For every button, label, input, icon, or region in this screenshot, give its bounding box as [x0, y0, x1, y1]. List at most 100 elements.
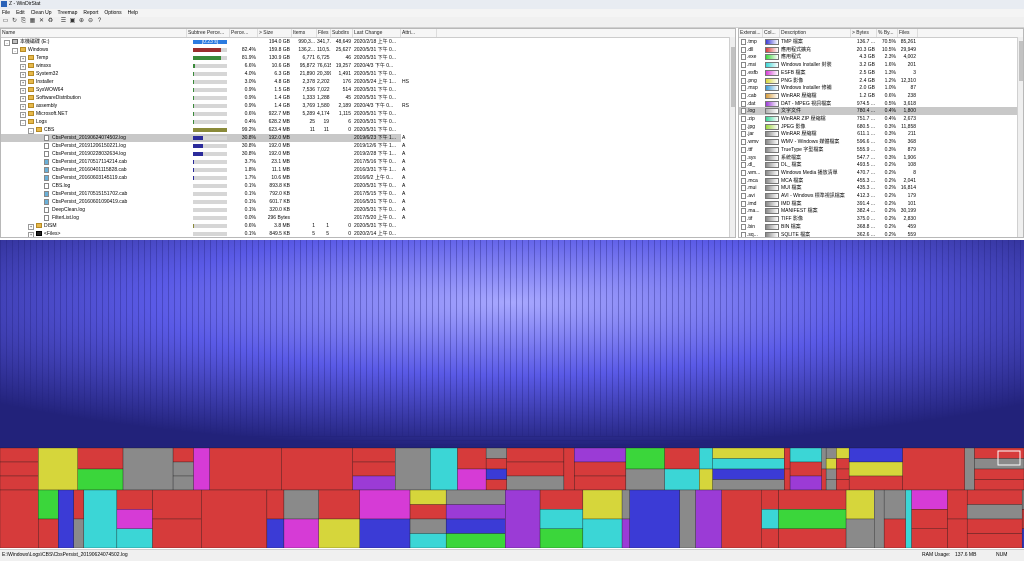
- treemap-cell[interactable]: [822, 469, 826, 490]
- zoom-in-icon[interactable]: ⊕: [78, 18, 85, 25]
- treemap-cell[interactable]: [790, 448, 822, 462]
- treemap-cell[interactable]: [699, 448, 712, 469]
- tree-row[interactable]: +Installer3.0%4.8 GB2,3782,2021762020/5/…: [1, 78, 401, 86]
- treemap-cell[interactable]: [574, 448, 626, 462]
- treemap-cell[interactable]: [540, 490, 583, 509]
- treemap-cell[interactable]: [967, 534, 1022, 549]
- treemap-cell[interactable]: [826, 448, 836, 459]
- treemap-cell[interactable]: [267, 490, 284, 519]
- select-icon[interactable]: ▦: [29, 18, 36, 25]
- treemap-cell[interactable]: [410, 519, 446, 534]
- help-icon[interactable]: ?: [96, 18, 103, 25]
- treemap-cell[interactable]: [967, 519, 1022, 534]
- zoom-out-icon[interactable]: ⊖: [87, 18, 94, 25]
- treemap-cell[interactable]: [486, 448, 507, 459]
- treemap-cell[interactable]: [78, 469, 123, 490]
- open-icon[interactable]: ▭: [2, 18, 9, 25]
- treemap-cell[interactable]: [912, 529, 948, 548]
- treemap-cell[interactable]: [903, 448, 965, 490]
- tree-row[interactable]: +SoftwareDistribution0.9%1.4 GB1,3331,28…: [1, 94, 401, 102]
- treemap-cell[interactable]: [74, 490, 84, 519]
- treemap-cell[interactable]: [173, 448, 193, 462]
- treemap-cell[interactable]: [713, 448, 785, 459]
- tree-col-header[interactable]: Files: [317, 29, 331, 37]
- menu-item-file[interactable]: File: [0, 9, 14, 17]
- treemap-cell[interactable]: [486, 469, 507, 480]
- tree-row[interactable]: CbsPersist_20170517114214.cab3.7%23.1 MB…: [1, 158, 401, 166]
- treemap-cell[interactable]: [457, 469, 486, 490]
- treemap-cell[interactable]: [38, 448, 77, 490]
- tree-row[interactable]: FilterList.log0.0%296 Bytes2017/5/20 上午 …: [1, 214, 401, 222]
- tree-col-header[interactable]: > Size: [258, 29, 292, 37]
- tree-col-header[interactable]: Last Change: [353, 29, 401, 37]
- treemap-cell[interactable]: [117, 490, 153, 509]
- treemap-cell[interactable]: [486, 480, 507, 491]
- extension-col-header[interactable]: Col...: [763, 29, 780, 37]
- menu-item-edit[interactable]: Edit: [14, 9, 29, 17]
- tree-row[interactable]: +Microsoft.NET0.6%922.7 MB5,2894,1741,11…: [1, 110, 401, 118]
- treemap-cell[interactable]: [846, 519, 874, 548]
- tree-col-header[interactable]: Subdirs: [331, 29, 353, 37]
- explorer-icon[interactable]: ▣: [69, 18, 76, 25]
- extension-scrollbar[interactable]: [1017, 37, 1024, 237]
- treemap-cell[interactable]: [574, 462, 626, 476]
- treemap-cell[interactable]: [790, 476, 822, 490]
- treemap-cell[interactable]: [507, 476, 564, 490]
- extension-col-header[interactable]: Description: [780, 29, 851, 37]
- treemap-cell[interactable]: [665, 469, 700, 490]
- treemap-cell[interactable]: [779, 509, 847, 528]
- treemap[interactable]: [0, 240, 1024, 548]
- treemap-cell[interactable]: [762, 509, 779, 528]
- treemap-cell[interactable]: [779, 490, 847, 509]
- treemap-cell[interactable]: [696, 490, 722, 548]
- treemap-cell[interactable]: [849, 462, 902, 476]
- treemap-cell[interactable]: [967, 505, 1022, 520]
- treemap-cell[interactable]: [38, 519, 58, 548]
- treemap-cell[interactable]: [826, 469, 836, 480]
- treemap-cell[interactable]: [826, 480, 836, 491]
- treemap-cell[interactable]: [446, 490, 505, 505]
- treemap-cell[interactable]: [457, 448, 486, 469]
- tree-col-header[interactable]: Subtree Perce...: [187, 29, 230, 37]
- treemap-cell[interactable]: [665, 448, 700, 469]
- treemap-cell[interactable]: [967, 490, 1022, 505]
- treemap-cell[interactable]: [680, 490, 696, 548]
- treemap-cell[interactable]: [974, 469, 1024, 480]
- treemap-cell[interactable]: [849, 448, 902, 462]
- treemap-cell[interactable]: [38, 490, 58, 519]
- treemap-cell[interactable]: [948, 519, 968, 548]
- treemap-cell[interactable]: [507, 448, 564, 462]
- tree-row[interactable]: -CBS99.2%623.4 MB111102020/5/31 下午 0...: [1, 126, 401, 134]
- treemap-cell[interactable]: [713, 459, 785, 470]
- treemap-cell[interactable]: [836, 459, 849, 470]
- treemap-cell[interactable]: [0, 490, 38, 548]
- tree-row[interactable]: DeepClean.log0.1%320.0 KB2020/5/31 下午 0.…: [1, 206, 401, 214]
- treemap-cell[interactable]: [790, 462, 822, 476]
- treemap-cell[interactable]: [210, 448, 282, 490]
- treemap-cell[interactable]: [822, 448, 826, 469]
- treemap-cell[interactable]: [446, 519, 505, 534]
- tree-row[interactable]: CBS.log0.1%893.8 KB2020/5/31 下午 0...A: [1, 182, 401, 190]
- tree-scrollbar[interactable]: [729, 37, 736, 237]
- treemap-cell[interactable]: [884, 490, 906, 519]
- treemap-cell[interactable]: [410, 534, 446, 549]
- treemap-cell[interactable]: [0, 448, 38, 462]
- treemap-cell[interactable]: [540, 529, 583, 548]
- treemap-cell[interactable]: [630, 490, 680, 548]
- extension-row[interactable]: .sq...SQLITE 檔案362.6 ...0.2%559: [739, 231, 1017, 239]
- tree-row[interactable]: CbsPersist_20160601090419.cab0.1%601.7 K…: [1, 198, 401, 206]
- treemap-cell[interactable]: [0, 476, 38, 490]
- tree-row[interactable]: +SysWOW640.9%1.5 GB7,5367,0225142020/5/3…: [1, 86, 401, 94]
- treemap-cell[interactable]: [194, 448, 210, 490]
- refresh-icon[interactable]: ↻: [11, 18, 18, 25]
- treemap-cell[interactable]: [446, 534, 505, 549]
- treemap-cell[interactable]: [360, 490, 410, 519]
- treemap-cell[interactable]: [282, 448, 353, 490]
- treemap-cell[interactable]: [507, 462, 564, 476]
- treemap-cell[interactable]: [123, 448, 173, 490]
- tree-scroll-thumb[interactable]: [731, 47, 735, 107]
- treemap-cell[interactable]: [564, 448, 574, 490]
- treemap-cell[interactable]: [74, 519, 84, 548]
- tree-row[interactable]: -本機磁碟 (E:)[0:23 s]194.0 GB990,3...341,7.…: [1, 38, 401, 46]
- treemap-cell[interactable]: [626, 469, 665, 490]
